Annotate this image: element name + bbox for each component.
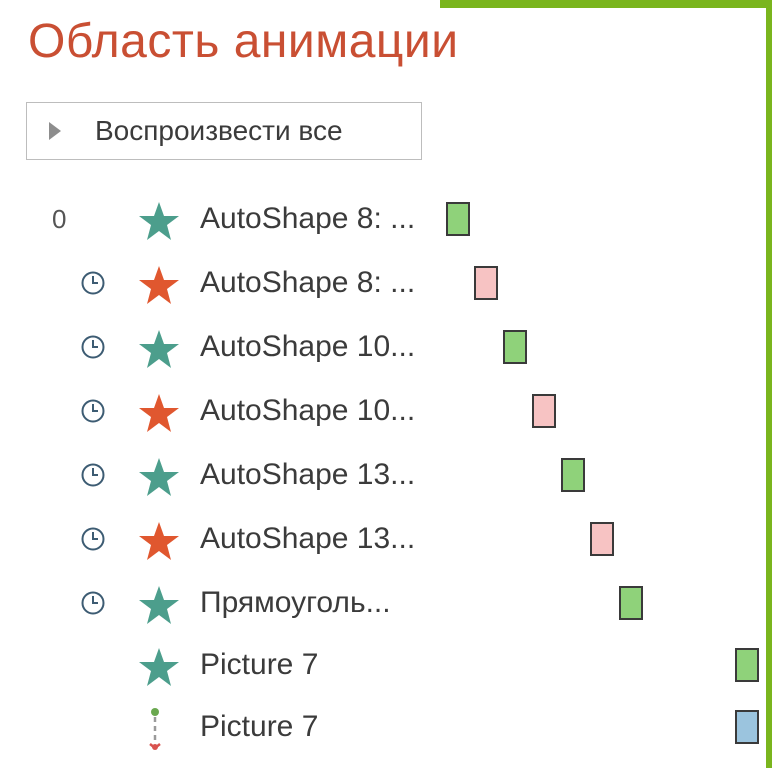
clock-icon <box>81 271 105 295</box>
timing-bar[interactable] <box>503 330 527 364</box>
entrance-star-icon <box>139 648 179 686</box>
pane-title: Область анимации <box>28 15 459 68</box>
motion-path-icon <box>149 708 161 750</box>
timing-bar[interactable] <box>619 586 643 620</box>
clock-icon <box>81 335 105 359</box>
timing-bar[interactable] <box>735 648 759 682</box>
emphasis-star-icon <box>139 266 179 304</box>
play-icon <box>49 122 61 140</box>
emphasis-star-icon <box>139 522 179 560</box>
item-name: AutoShape 13... <box>200 522 416 555</box>
emphasis-star-icon <box>139 394 179 432</box>
slide-accent-top <box>440 0 772 8</box>
item-name: AutoShape 8: ... <box>200 266 416 299</box>
clock-icon <box>81 399 105 423</box>
clock-icon <box>81 463 105 487</box>
item-name: AutoShape 13... <box>200 458 416 491</box>
item-name: AutoShape 10... <box>200 394 416 427</box>
animation-item[interactable]: AutoShape 10... <box>0 386 766 442</box>
timing-bar[interactable] <box>561 458 585 492</box>
timing-bar[interactable] <box>532 394 556 428</box>
slide-accent-right <box>766 0 772 768</box>
animation-item[interactable]: AutoShape 8: ... <box>0 258 766 314</box>
animation-item[interactable]: Прямоуголь... <box>0 578 766 634</box>
animation-item[interactable]: AutoShape 13... <box>0 514 766 570</box>
item-name: Picture 7 <box>200 710 319 743</box>
timing-bar[interactable] <box>474 266 498 300</box>
timing-bar[interactable] <box>735 710 759 744</box>
animation-item[interactable]: Picture 7 <box>0 640 766 696</box>
play-all-button[interactable]: Воспроизвести все <box>26 102 422 160</box>
item-number: 0 <box>52 204 67 234</box>
animation-item[interactable]: AutoShape 10... <box>0 322 766 378</box>
entrance-star-icon <box>139 586 179 624</box>
item-name: AutoShape 10... <box>200 330 416 363</box>
animation-item[interactable]: Picture 7 <box>0 702 766 758</box>
animation-item[interactable]: 0 AutoShape 8: ... <box>0 194 766 250</box>
entrance-star-icon <box>139 202 179 240</box>
item-name: Прямоуголь... <box>200 586 391 619</box>
entrance-star-icon <box>139 458 179 496</box>
timing-bar[interactable] <box>446 202 470 236</box>
item-name: Picture 7 <box>200 648 319 681</box>
item-name: AutoShape 8: ... <box>200 202 416 235</box>
clock-icon <box>81 527 105 551</box>
play-all-label: Воспроизвести все <box>95 115 343 146</box>
clock-icon <box>81 591 105 615</box>
entrance-star-icon <box>139 330 179 368</box>
animation-item[interactable]: AutoShape 13... <box>0 450 766 506</box>
timing-bar[interactable] <box>590 522 614 556</box>
